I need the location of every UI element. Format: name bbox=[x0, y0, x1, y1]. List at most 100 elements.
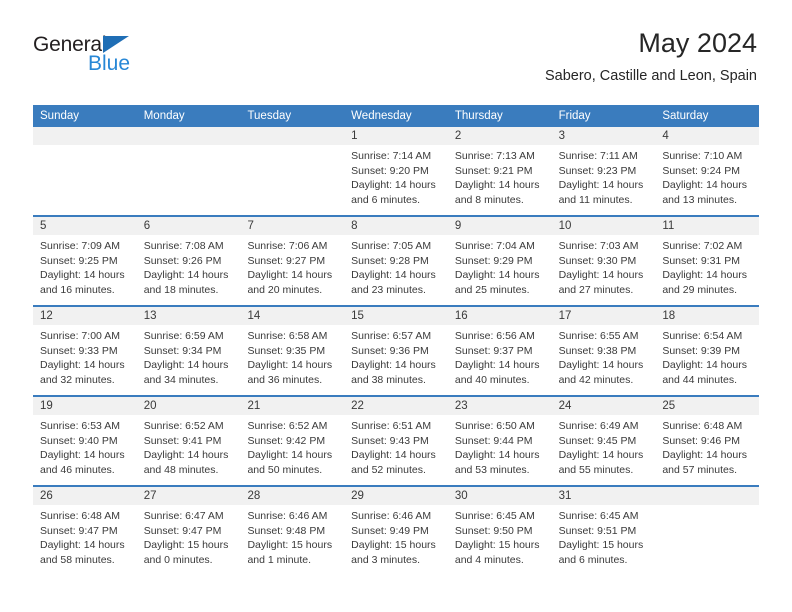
daylight-text: Daylight: 14 hours and 53 minutes. bbox=[454, 449, 540, 476]
sunrise-text: Sunrise: 7:13 AM bbox=[454, 150, 535, 162]
day-cell[interactable]: 14 Sunrise: 6:58 AM Sunset: 9:35 PM Dayl… bbox=[240, 307, 345, 395]
daylight-text: Daylight: 14 hours and 52 minutes. bbox=[351, 449, 436, 476]
sunset-text: Sunset: 9:47 PM bbox=[40, 524, 118, 537]
sunrise-text: Sunrise: 6:58 AM bbox=[247, 330, 328, 342]
week-row: 19 Sunrise: 6:53 AM Sunset: 9:40 PM Dayl… bbox=[33, 395, 760, 485]
sunrise-text: Sunrise: 6:50 AM bbox=[454, 420, 535, 432]
sunrise-text: Sunrise: 7:00 AM bbox=[40, 330, 120, 342]
sunset-text: Sunset: 9:41 PM bbox=[143, 434, 222, 447]
sunset-text: Sunset: 9:21 PM bbox=[454, 164, 533, 177]
day-cell[interactable]: 10 Sunrise: 7:03 AM Sunset: 9:30 PM Dayl… bbox=[551, 217, 656, 305]
day-cell[interactable]: 7 Sunrise: 7:06 AM Sunset: 9:27 PM Dayli… bbox=[240, 217, 345, 305]
day-number bbox=[655, 487, 760, 505]
day-cell[interactable]: 29 Sunrise: 6:46 AM Sunset: 9:49 PM Dayl… bbox=[344, 487, 448, 575]
sunrise-text: Sunrise: 7:09 AM bbox=[40, 240, 120, 252]
sunrise-text: Sunrise: 6:54 AM bbox=[662, 330, 743, 342]
day-info: Sunrise: 7:05 AM Sunset: 9:28 PM Dayligh… bbox=[344, 235, 448, 297]
sunset-text: Sunset: 9:45 PM bbox=[558, 434, 637, 447]
sunrise-text: Sunrise: 7:11 AM bbox=[558, 150, 638, 162]
day-number: 5 bbox=[33, 217, 137, 235]
sunrise-text: Sunrise: 6:53 AM bbox=[40, 420, 120, 432]
sunrise-text: Sunrise: 6:52 AM bbox=[247, 420, 328, 432]
day-cell[interactable]: 2 Sunrise: 7:13 AM Sunset: 9:21 PM Dayli… bbox=[447, 127, 552, 215]
sunrise-text: Sunrise: 6:48 AM bbox=[40, 510, 120, 522]
day-number: 18 bbox=[655, 307, 760, 325]
day-cell[interactable]: 17 Sunrise: 6:55 AM Sunset: 9:38 PM Dayl… bbox=[551, 307, 656, 395]
day-number: 28 bbox=[240, 487, 345, 505]
day-cell[interactable]: 23 Sunrise: 6:50 AM Sunset: 9:44 PM Dayl… bbox=[447, 397, 552, 485]
day-number bbox=[240, 127, 345, 145]
day-cell[interactable]: 13 Sunrise: 6:59 AM Sunset: 9:34 PM Dayl… bbox=[136, 307, 241, 395]
day-cell bbox=[240, 127, 345, 215]
day-cell[interactable]: 16 Sunrise: 6:56 AM Sunset: 9:37 PM Dayl… bbox=[447, 307, 552, 395]
sunset-text: Sunset: 9:46 PM bbox=[662, 434, 740, 447]
day-cell[interactable]: 4 Sunrise: 7:10 AM Sunset: 9:24 PM Dayli… bbox=[655, 127, 760, 215]
sunset-text: Sunset: 9:20 PM bbox=[351, 164, 429, 177]
day-cell[interactable]: 30 Sunrise: 6:45 AM Sunset: 9:50 PM Dayl… bbox=[447, 487, 552, 575]
page-subtitle: Sabero, Castille and Leon, Spain bbox=[544, 68, 757, 84]
day-cell[interactable]: 31 Sunrise: 6:45 AM Sunset: 9:51 PM Dayl… bbox=[551, 487, 656, 575]
day-cell[interactable]: 25 Sunrise: 6:48 AM Sunset: 9:46 PM Dayl… bbox=[655, 397, 760, 485]
daylight-text: Daylight: 14 hours and 36 minutes. bbox=[247, 359, 333, 386]
daylight-text: Daylight: 14 hours and 6 minutes. bbox=[351, 179, 436, 206]
daylight-text: Daylight: 14 hours and 34 minutes. bbox=[143, 359, 229, 386]
sunset-text: Sunset: 9:27 PM bbox=[247, 254, 326, 267]
sunrise-text: Sunrise: 6:55 AM bbox=[558, 330, 639, 342]
day-cell[interactable]: 8 Sunrise: 7:05 AM Sunset: 9:28 PM Dayli… bbox=[344, 217, 448, 305]
day-info: Sunrise: 6:51 AM Sunset: 9:43 PM Dayligh… bbox=[344, 415, 448, 477]
day-cell[interactable]: 27 Sunrise: 6:47 AM Sunset: 9:47 PM Dayl… bbox=[136, 487, 241, 575]
day-cell bbox=[136, 127, 241, 215]
day-info: Sunrise: 7:03 AM Sunset: 9:30 PM Dayligh… bbox=[552, 235, 656, 297]
day-cell[interactable]: 6 Sunrise: 7:08 AM Sunset: 9:26 PM Dayli… bbox=[136, 217, 241, 305]
generalblue-logo[interactable]: General Blue bbox=[33, 34, 193, 82]
day-info: Sunrise: 6:47 AM Sunset: 9:47 PM Dayligh… bbox=[137, 505, 241, 567]
day-cell[interactable]: 9 Sunrise: 7:04 AM Sunset: 9:29 PM Dayli… bbox=[447, 217, 552, 305]
daylight-text: Daylight: 14 hours and 16 minutes. bbox=[40, 269, 125, 296]
day-cell[interactable]: 22 Sunrise: 6:51 AM Sunset: 9:43 PM Dayl… bbox=[344, 397, 448, 485]
day-number: 17 bbox=[551, 307, 656, 325]
day-cell[interactable]: 12 Sunrise: 7:00 AM Sunset: 9:33 PM Dayl… bbox=[33, 307, 137, 395]
day-cell[interactable]: 5 Sunrise: 7:09 AM Sunset: 9:25 PM Dayli… bbox=[33, 217, 137, 305]
day-number: 8 bbox=[344, 217, 448, 235]
day-cell[interactable]: 20 Sunrise: 6:52 AM Sunset: 9:41 PM Dayl… bbox=[136, 397, 241, 485]
day-number: 9 bbox=[447, 217, 552, 235]
day-number: 19 bbox=[33, 397, 137, 415]
sunset-text: Sunset: 9:49 PM bbox=[351, 524, 429, 537]
day-info: Sunrise: 6:54 AM Sunset: 9:39 PM Dayligh… bbox=[655, 325, 759, 387]
sunset-text: Sunset: 9:43 PM bbox=[351, 434, 429, 447]
day-info: Sunrise: 6:55 AM Sunset: 9:38 PM Dayligh… bbox=[552, 325, 656, 387]
sunrise-text: Sunrise: 6:59 AM bbox=[143, 330, 224, 342]
day-info: Sunrise: 7:13 AM Sunset: 9:21 PM Dayligh… bbox=[448, 145, 552, 207]
day-info: Sunrise: 6:59 AM Sunset: 9:34 PM Dayligh… bbox=[137, 325, 241, 387]
sunset-text: Sunset: 9:34 PM bbox=[143, 344, 222, 357]
day-info: Sunrise: 7:09 AM Sunset: 9:25 PM Dayligh… bbox=[33, 235, 137, 297]
week-row: 1 Sunrise: 7:14 AM Sunset: 9:20 PM Dayli… bbox=[33, 127, 760, 215]
sunrise-text: Sunrise: 7:03 AM bbox=[558, 240, 639, 252]
title-block: May 2024 Sabero, Castille and Leon, Spai… bbox=[545, 26, 757, 87]
daylight-text: Daylight: 15 hours and 3 minutes. bbox=[351, 539, 436, 566]
day-number: 2 bbox=[447, 127, 552, 145]
day-cell[interactable]: 19 Sunrise: 6:53 AM Sunset: 9:40 PM Dayl… bbox=[33, 397, 137, 485]
day-cell[interactable]: 28 Sunrise: 6:46 AM Sunset: 9:48 PM Dayl… bbox=[240, 487, 345, 575]
sunset-text: Sunset: 9:33 PM bbox=[40, 344, 118, 357]
day-info bbox=[137, 145, 241, 149]
day-number: 6 bbox=[136, 217, 241, 235]
day-cell[interactable]: 15 Sunrise: 6:57 AM Sunset: 9:36 PM Dayl… bbox=[344, 307, 448, 395]
sunset-text: Sunset: 9:25 PM bbox=[40, 254, 118, 267]
day-cell[interactable]: 26 Sunrise: 6:48 AM Sunset: 9:47 PM Dayl… bbox=[33, 487, 137, 575]
day-cell[interactable]: 18 Sunrise: 6:54 AM Sunset: 9:39 PM Dayl… bbox=[655, 307, 760, 395]
day-cell[interactable]: 3 Sunrise: 7:11 AM Sunset: 9:23 PM Dayli… bbox=[551, 127, 656, 215]
day-cell[interactable]: 24 Sunrise: 6:49 AM Sunset: 9:45 PM Dayl… bbox=[551, 397, 656, 485]
day-cell[interactable]: 11 Sunrise: 7:02 AM Sunset: 9:31 PM Dayl… bbox=[655, 217, 760, 305]
day-info: Sunrise: 7:04 AM Sunset: 9:29 PM Dayligh… bbox=[448, 235, 552, 297]
day-number: 3 bbox=[551, 127, 656, 145]
day-cell[interactable]: 21 Sunrise: 6:52 AM Sunset: 9:42 PM Dayl… bbox=[240, 397, 345, 485]
sunset-text: Sunset: 9:26 PM bbox=[143, 254, 222, 267]
daylight-text: Daylight: 14 hours and 58 minutes. bbox=[40, 539, 125, 566]
day-number bbox=[33, 127, 137, 145]
daylight-text: Daylight: 15 hours and 6 minutes. bbox=[558, 539, 644, 566]
day-number: 24 bbox=[551, 397, 656, 415]
day-info bbox=[33, 145, 137, 149]
weekday-header-saturday: Saturday bbox=[662, 110, 709, 122]
day-cell[interactable]: 1 Sunrise: 7:14 AM Sunset: 9:20 PM Dayli… bbox=[344, 127, 448, 215]
